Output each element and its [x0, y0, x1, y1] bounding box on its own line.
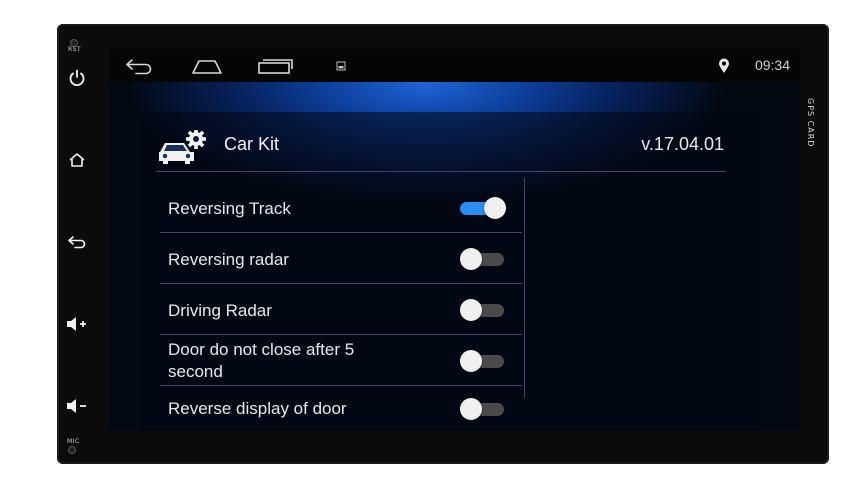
car-kit-app: Car Kit v.17.04.01 Reversing Track Rever… [110, 82, 800, 431]
location-pin-icon [719, 58, 729, 73]
mic-label: MIC [67, 438, 80, 445]
home-icon [192, 60, 222, 74]
screenshot-icon [336, 61, 346, 71]
setting-label: Door do not close after 5 second [168, 340, 355, 381]
power-icon [69, 69, 85, 87]
volume-up-icon [67, 317, 86, 331]
clock: 09:34 [754, 57, 790, 73]
reversing-track-toggle[interactable] [460, 197, 506, 219]
setting-row-reversing-track[interactable]: Reversing Track [160, 182, 522, 233]
side-back-button[interactable] [66, 231, 88, 253]
home-icon [69, 153, 85, 167]
app-header: Car Kit v.17.04.01 [156, 130, 736, 166]
volume-up-button[interactable] [66, 313, 88, 335]
setting-label: Reversing radar [168, 250, 289, 269]
nav-back-button[interactable] [122, 55, 156, 77]
setting-row-reverse-display-door[interactable]: Reverse display of door [160, 386, 522, 431]
location-status [716, 55, 732, 77]
app-title: Car Kit [224, 134, 280, 154]
reversing-radar-toggle[interactable] [460, 248, 506, 270]
volume-down-icon [67, 399, 86, 413]
setting-row-reversing-radar[interactable]: Reversing radar [160, 233, 522, 284]
status-bar: 09:34 [110, 49, 800, 82]
setting-row-door-close[interactable]: Door do not close after 5 second [160, 335, 522, 386]
screenshot-button[interactable] [334, 55, 348, 77]
side-home-button[interactable] [66, 149, 88, 171]
gps-card-label: GPS CARD [806, 98, 815, 148]
driving-radar-toggle[interactable] [460, 299, 506, 321]
power-button[interactable] [66, 67, 88, 89]
header-divider [156, 171, 726, 172]
column-divider [524, 178, 525, 398]
recent-apps-icon [258, 59, 293, 74]
reset-label: RST [68, 46, 82, 53]
setting-label: Reverse display of door [168, 399, 347, 418]
volume-down-button[interactable] [66, 395, 88, 417]
app-version: v.17.04.01 [641, 134, 724, 154]
back-icon [126, 59, 152, 75]
reverse-display-door-toggle[interactable] [460, 398, 506, 420]
settings-panel: Car Kit v.17.04.01 Reversing Track Rever… [140, 112, 760, 431]
car-gear-icon [159, 130, 206, 164]
mic-hole [68, 446, 76, 454]
nav-home-button[interactable] [190, 55, 224, 77]
door-close-toggle[interactable] [460, 350, 506, 372]
setting-label: Reversing Track [168, 199, 291, 218]
back-icon [68, 236, 86, 249]
setting-row-driving-radar[interactable]: Driving Radar [160, 284, 522, 335]
nav-recent-apps-button[interactable] [256, 55, 294, 77]
setting-label: Driving Radar [168, 301, 272, 320]
screen: 09:34 Car Kit v.17.04.01 Reversing Track… [110, 49, 800, 431]
